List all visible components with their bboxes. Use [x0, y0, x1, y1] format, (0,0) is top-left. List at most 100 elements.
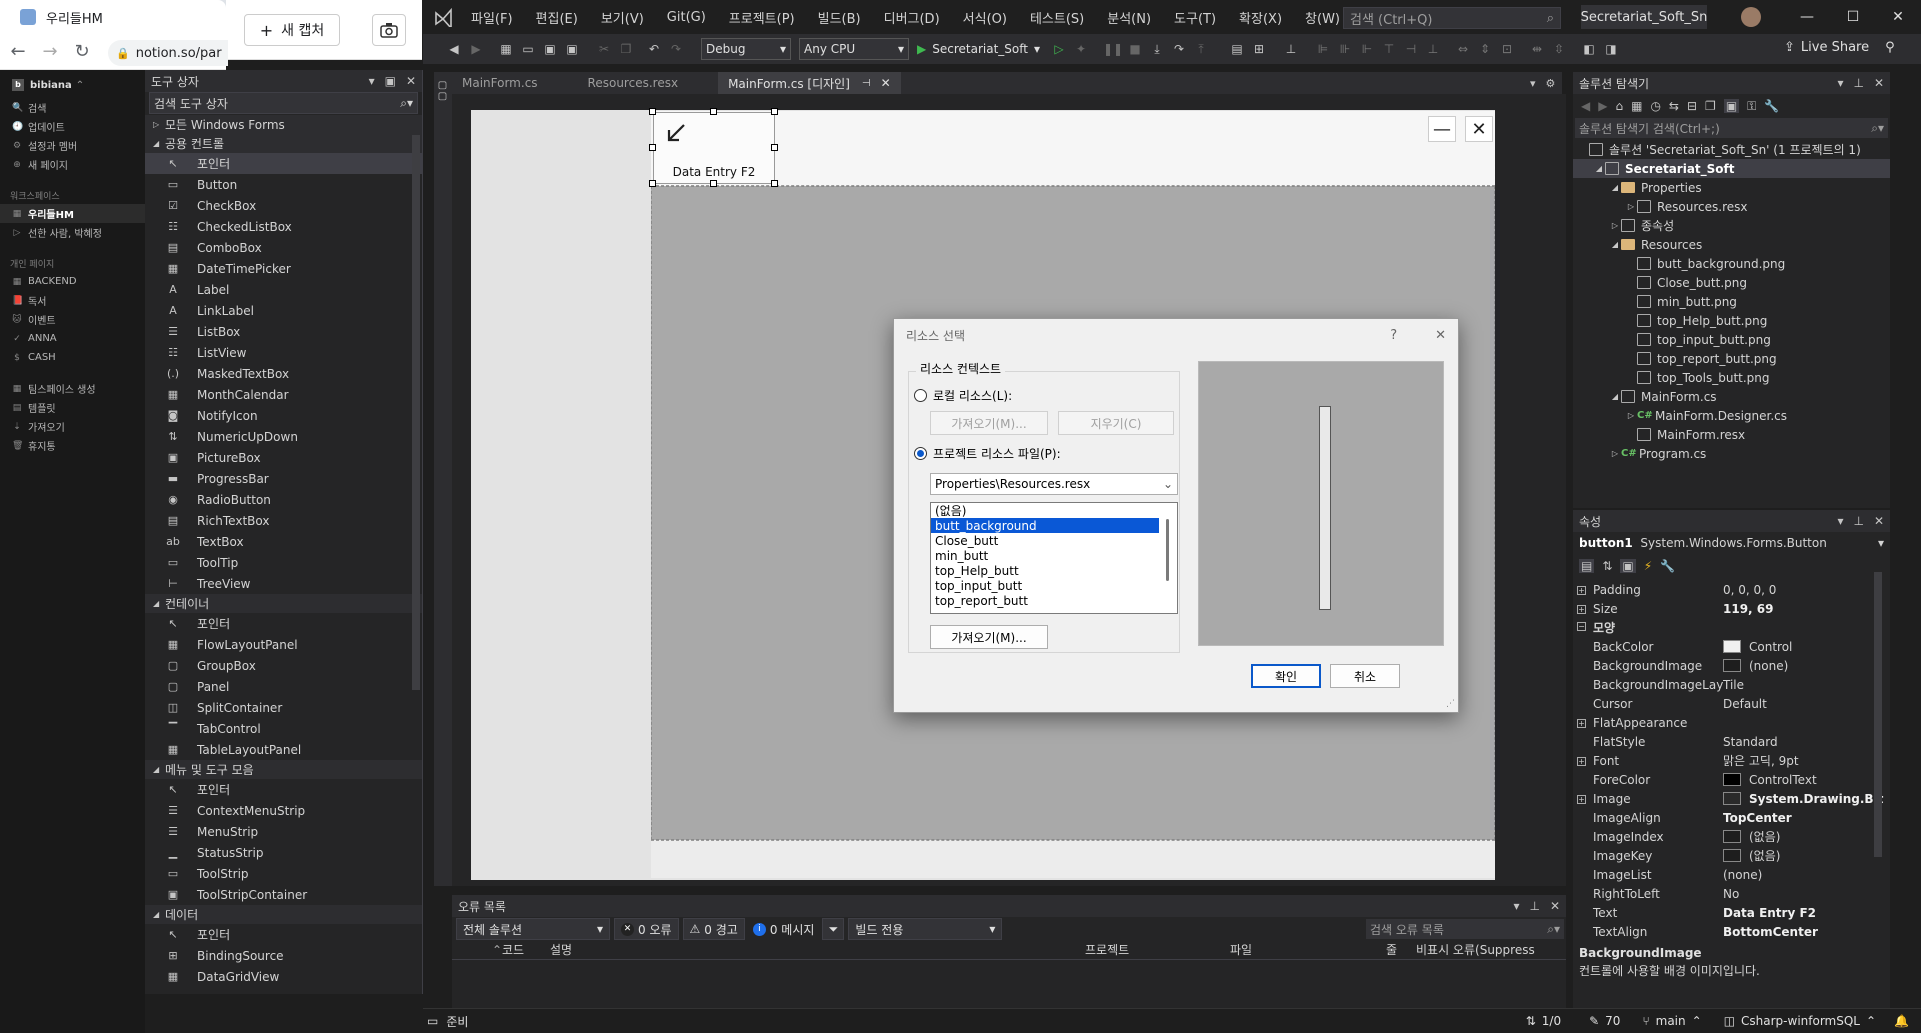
solution-tree-node[interactable]: ◢ MainForm.cs	[1573, 387, 1890, 406]
pin-icon[interactable]: ▣	[385, 74, 396, 88]
toolbox-item[interactable]: ☑ CheckBox	[145, 195, 422, 216]
property-row[interactable]: BackgroundImageLayoutTile	[1573, 675, 1890, 694]
notion-nav-item[interactable]: ▷ 선한 사람, 박혜정	[0, 223, 145, 242]
property-row[interactable]: ImageKey (없음)	[1573, 846, 1890, 865]
toolbox-category[interactable]: ◢ 데이터	[145, 905, 422, 924]
error-search-input[interactable]: 검색 오류 목록 ⌕▾	[1366, 919, 1564, 939]
new-capture-button[interactable]: + 새 캡처	[244, 14, 340, 46]
new-project-icon[interactable]: ▦	[497, 40, 515, 58]
live-share-button[interactable]: ⇪ Live Share ⚲	[1784, 40, 1895, 55]
resize-handle[interactable]	[771, 180, 778, 187]
expand-icon[interactable]: +	[1577, 718, 1586, 728]
v-spacing-icon[interactable]: ⇳	[1550, 40, 1568, 58]
property-row[interactable]: ImageList (none)	[1573, 865, 1890, 884]
property-value-cell[interactable]: Standard	[1723, 735, 1890, 749]
toolbox-item[interactable]: ▢ Panel	[145, 676, 422, 697]
user-avatar[interactable]	[1741, 7, 1761, 27]
resource-listbox[interactable]: (없음) butt_background Close_butt min_butt top…	[930, 502, 1178, 614]
property-value-cell[interactable]: Tile	[1723, 678, 1890, 692]
toolbox-item[interactable]: ▔ TabControl	[145, 718, 422, 739]
property-row[interactable]: + Image System.Drawing.Bit	[1573, 789, 1890, 808]
status-repo[interactable]: ◫ Csharp-winformSQL ⌃	[1724, 1014, 1876, 1028]
close-icon[interactable]: ✕	[881, 76, 891, 90]
h-spacing-icon[interactable]: ⇹	[1528, 40, 1546, 58]
clear-button[interactable]: 지우기(C)	[1058, 411, 1174, 435]
expand-icon[interactable]: +	[1577, 604, 1586, 614]
resource-list-item[interactable]: top_report_butt	[931, 593, 1177, 608]
property-row[interactable]: FlatStyle Standard	[1573, 732, 1890, 751]
toolbox-item[interactable]: ☷ ListView	[145, 342, 422, 363]
align-rights-icon[interactable]: ⊩	[1358, 40, 1376, 58]
output-icon[interactable]: ▭	[427, 1014, 438, 1028]
property-value-cell[interactable]: ControlText	[1723, 773, 1890, 787]
property-value-cell[interactable]: TopCenter	[1723, 811, 1890, 825]
toolbox-item[interactable]: ▭ ToolTip	[145, 552, 422, 573]
column-suppression[interactable]: 비표시 오류(Suppress	[1416, 941, 1535, 958]
toolbox-item[interactable]: ◉ RadioButton	[145, 489, 422, 510]
document-tab[interactable]: Resources.resx	[578, 72, 689, 94]
platform-select[interactable]: Any CPU ▾	[799, 38, 909, 60]
toolbox-item[interactable]: ▦ DateTimePicker	[145, 258, 422, 279]
notion-nav-item[interactable]: ✓ ANNA	[0, 329, 145, 348]
property-value-cell[interactable]: 0, 0, 0, 0	[1723, 583, 1890, 597]
toolbox-item[interactable]: ▦ DataGridView	[145, 966, 422, 987]
properties-scrollbar[interactable]	[1874, 572, 1882, 857]
show-all-files-icon[interactable]: ❐	[1705, 99, 1716, 113]
notion-nav-item[interactable]: ▦ BACKEND	[0, 272, 145, 291]
close-icon[interactable]: ✕	[1550, 899, 1560, 913]
solution-tree-node[interactable]: ▷ 종속성	[1573, 216, 1890, 235]
notion-nav-item[interactable]: 🗑 휴지통	[0, 436, 145, 455]
back-icon[interactable]: ◀	[1581, 99, 1590, 113]
redo-icon[interactable]: ↷	[667, 40, 685, 58]
address-bar[interactable]: 🔒 notion.so/par	[108, 40, 228, 66]
forward-icon[interactable]: ▶	[1598, 99, 1607, 113]
resize-handle[interactable]	[771, 108, 778, 115]
menu-item[interactable]: 확장(X)	[1239, 8, 1282, 27]
toolbox-item[interactable]: ▦ FlowLayoutPanel	[145, 634, 422, 655]
messages-filter-button[interactable]: i 0 메시지	[752, 921, 814, 938]
object-selector[interactable]: button1 System.Windows.Forms.Button ▾	[1573, 532, 1890, 554]
sync-icon[interactable]: ⇆	[1669, 99, 1679, 113]
property-row[interactable]: RightToLeft No	[1573, 884, 1890, 903]
pin-icon[interactable]: ⊣	[862, 78, 871, 89]
toolbox-item[interactable]: ▢ GroupBox	[145, 655, 422, 676]
dropdown-icon[interactable]: ▾	[1530, 77, 1536, 90]
status-updown[interactable]: ⇅ 1/0	[1526, 1014, 1561, 1028]
close-icon[interactable]: ✕	[1435, 328, 1446, 343]
property-row[interactable]: BackColor Control	[1573, 637, 1890, 656]
solution-tree-node[interactable]: MainForm.resx	[1573, 425, 1890, 444]
toolbox-item[interactable]: ⊢ TreeView	[145, 573, 422, 594]
property-pages-icon[interactable]: 🔧	[1660, 559, 1675, 573]
dropdown-icon[interactable]: ▾	[1837, 76, 1843, 90]
cancel-button[interactable]: 취소	[1330, 664, 1400, 688]
navigate-forward-icon[interactable]: ▶	[467, 40, 485, 58]
expand-icon[interactable]: +	[1577, 794, 1586, 804]
gear-icon[interactable]: ⚙	[1546, 77, 1556, 90]
solution-tree-node[interactable]: ▷ Resources.resx	[1573, 197, 1890, 216]
column-file[interactable]: 파일	[1230, 941, 1252, 958]
toolbox-item[interactable]: ☰ MenuStrip	[145, 821, 422, 842]
column-line[interactable]: 줄	[1386, 941, 1397, 958]
notion-nav-item[interactable]: 🐱 이벤트	[0, 310, 145, 329]
solution-tree-node[interactable]: min_butt.png	[1573, 292, 1890, 311]
menu-item[interactable]: 보기(V)	[601, 8, 644, 27]
column-description[interactable]: 설명	[550, 941, 572, 958]
toolbox-scrollbar[interactable]	[412, 135, 420, 690]
property-row[interactable]: + Size 119, 69	[1573, 599, 1890, 618]
close-icon[interactable]: ✕	[1874, 76, 1884, 90]
stop-icon[interactable]: ■	[1126, 40, 1144, 58]
expanded-icon[interactable]: ◢	[1609, 392, 1621, 401]
property-row[interactable]: Text Data Entry F2	[1573, 903, 1890, 922]
build-filter-select[interactable]: 빌드 전용 ▾	[848, 918, 1003, 940]
hot-reload-icon[interactable]: ✦	[1072, 40, 1090, 58]
resize-handle[interactable]	[649, 180, 656, 187]
dropdown-icon[interactable]: ▾	[369, 74, 375, 88]
toolbox-item[interactable]: ◙ NotifyIcon	[145, 405, 422, 426]
solution-tree-node[interactable]: ◢ Properties	[1573, 178, 1890, 197]
step-out-icon[interactable]: ⤒	[1192, 40, 1210, 58]
toolbox-item[interactable]: A LinkLabel	[145, 300, 422, 321]
property-row[interactable]: TextAlign BottomCenter	[1573, 922, 1890, 941]
property-value-cell[interactable]: Control	[1723, 640, 1890, 654]
property-row[interactable]: Cursor Default	[1573, 694, 1890, 713]
same-width-icon[interactable]: ⇔	[1454, 40, 1472, 58]
